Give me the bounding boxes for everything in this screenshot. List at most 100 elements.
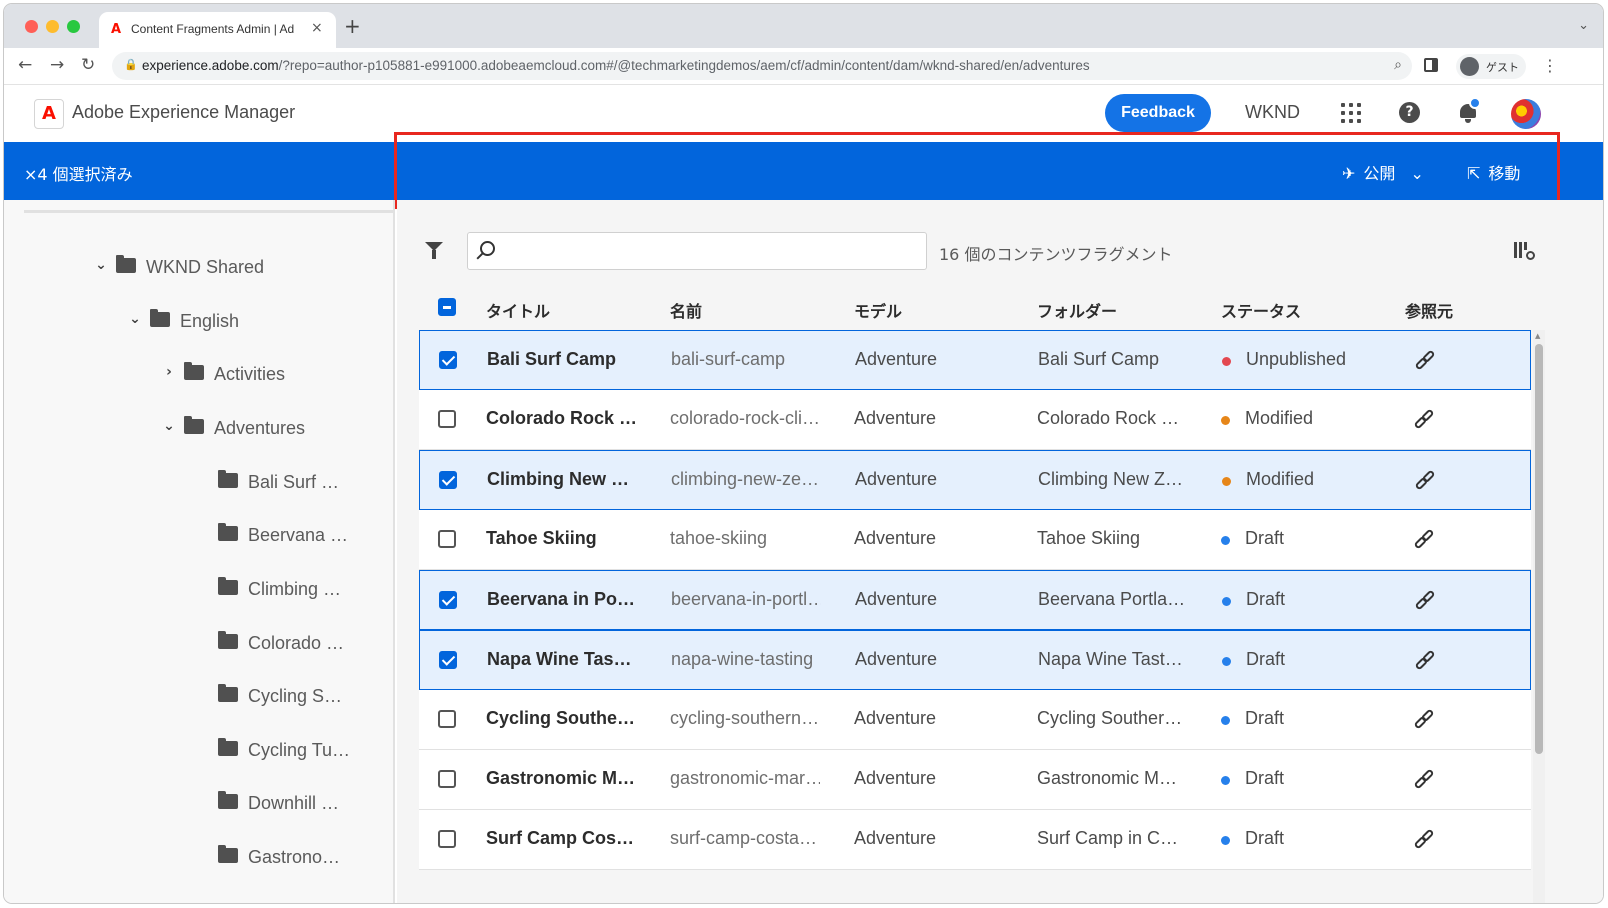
column-settings-icon[interactable]: [1514, 240, 1536, 262]
row-checkbox[interactable]: [439, 651, 457, 669]
row-checkbox[interactable]: [439, 591, 457, 609]
scrollbar-thumb[interactable]: [1535, 344, 1543, 754]
column-header-model[interactable]: モデル: [854, 298, 902, 322]
table-row[interactable]: Tahoe Skiing tahoe-skiing Adventure Tahoe S…: [419, 510, 1531, 570]
tree-item-label: Colorado …: [248, 633, 345, 653]
url-text: experience.adobe.com/?repo=author-p10588…: [142, 58, 1090, 73]
org-switcher[interactable]: WKND: [1245, 102, 1300, 123]
link-icon[interactable]: [1414, 469, 1437, 492]
user-avatar[interactable]: [1511, 99, 1541, 129]
link-icon[interactable]: [1414, 349, 1437, 372]
back-icon[interactable]: ←: [18, 56, 32, 74]
row-title[interactable]: Napa Wine Tas…: [487, 649, 637, 670]
row-checkbox[interactable]: [439, 471, 457, 489]
column-header-name[interactable]: 名前: [670, 298, 702, 322]
column-header-folder[interactable]: フォルダー: [1037, 298, 1117, 322]
table-row[interactable]: Cycling Southe… cycling-southern… Adventur…: [419, 690, 1531, 750]
row-title[interactable]: Gastronomic M…: [486, 768, 636, 789]
selection-count-button[interactable]: ×4 個選択済み: [24, 161, 133, 185]
row-title[interactable]: Tahoe Skiing: [486, 528, 636, 549]
status-dot-icon: [1222, 597, 1231, 606]
link-icon[interactable]: [1414, 589, 1437, 612]
forward-icon[interactable]: →: [50, 56, 64, 74]
status-dot-icon: [1222, 357, 1231, 366]
address-bar[interactable]: 🔒 experience.adobe.com/?repo=author-p105…: [112, 52, 1412, 80]
row-checkbox[interactable]: [438, 710, 456, 728]
chevron-down-icon[interactable]: ⌄: [128, 311, 142, 327]
table-scrollbar[interactable]: ▲: [1533, 330, 1545, 903]
row-title[interactable]: Colorado Rock …: [486, 408, 636, 429]
reload-icon[interactable]: ↻: [81, 56, 95, 74]
table-row[interactable]: Surf Camp Cos… surf-camp-costa… Adventure S…: [419, 810, 1531, 870]
link-icon[interactable]: [1413, 528, 1436, 551]
select-all-checkbox[interactable]: [438, 298, 456, 316]
rail-divider: [24, 210, 394, 213]
filter-icon[interactable]: [425, 242, 443, 260]
search-input[interactable]: [508, 239, 908, 263]
folder-icon: [218, 845, 238, 863]
apps-grid-icon[interactable]: [1341, 103, 1361, 123]
tree-item-label: English: [180, 311, 240, 331]
link-icon[interactable]: [1414, 649, 1437, 672]
chevron-right-icon[interactable]: ›: [162, 364, 176, 380]
minimize-window-button[interactable]: [46, 20, 59, 33]
side-panel-icon[interactable]: [1424, 58, 1438, 72]
row-title[interactable]: Beervana in Po…: [487, 589, 637, 610]
column-header-title[interactable]: タイトル: [486, 298, 550, 322]
status-dot-icon: [1222, 657, 1231, 666]
row-checkbox[interactable]: [438, 410, 456, 428]
row-title[interactable]: Bali Surf Camp: [487, 349, 637, 370]
column-header-status[interactable]: ステータス: [1221, 298, 1301, 322]
search-field[interactable]: [467, 232, 927, 270]
tab-list-chevron-icon[interactable]: ⌄: [1578, 18, 1589, 33]
link-icon[interactable]: [1413, 708, 1436, 731]
chevron-down-icon[interactable]: ⌄: [94, 257, 108, 273]
row-checkbox[interactable]: [438, 770, 456, 788]
row-title[interactable]: Surf Camp Cos…: [486, 828, 636, 849]
product-name[interactable]: Adobe Experience Manager: [72, 102, 295, 123]
column-header-references[interactable]: 参照元: [1405, 298, 1453, 322]
guest-label: ゲスト: [1486, 61, 1519, 74]
folder-icon: [218, 577, 238, 595]
adobe-logo[interactable]: A: [34, 99, 64, 129]
row-model: Adventure: [854, 408, 937, 428]
link-icon[interactable]: [1413, 768, 1436, 791]
tab-close-icon[interactable]: ×: [311, 20, 323, 36]
row-folder: Cycling Souther…: [1037, 708, 1183, 728]
table-row[interactable]: Beervana in Po… beervana-in-portl… Adventu…: [419, 570, 1531, 630]
new-tab-icon[interactable]: +: [344, 16, 361, 36]
profile-button[interactable]: ゲスト: [1456, 54, 1526, 79]
row-name: tahoe-skiing: [670, 528, 768, 548]
folder-icon: [218, 523, 238, 541]
browser-tab[interactable]: A Content Fragments Admin | Ad ×: [99, 12, 336, 48]
row-checkbox[interactable]: [438, 830, 456, 848]
link-icon[interactable]: [1413, 828, 1436, 851]
feedback-button[interactable]: Feedback: [1105, 94, 1211, 132]
row-checkbox[interactable]: [439, 351, 457, 369]
chevron-down-icon[interactable]: ⌄: [162, 418, 176, 434]
link-icon[interactable]: [1413, 408, 1436, 431]
folder-icon: [184, 362, 204, 380]
maximize-window-button[interactable]: [67, 20, 80, 33]
browser-window: A Content Fragments Admin | Ad × + ⌄ ← →…: [3, 3, 1604, 904]
annotation-highlight-box: [394, 132, 1560, 209]
zoom-icon[interactable]: ⌕: [1394, 57, 1402, 73]
row-status: Draft: [1245, 528, 1285, 548]
table-row[interactable]: Bali Surf Camp bali-surf-camp Adventure Bal…: [419, 330, 1531, 390]
table-row[interactable]: Napa Wine Tas… napa-wine-tasting Adventure…: [419, 630, 1531, 690]
table-row[interactable]: Gastronomic M… gastronomic-mar… Adventure G…: [419, 750, 1531, 810]
tree-item-label: WKND Shared: [146, 257, 265, 277]
row-status: Modified: [1246, 469, 1315, 489]
row-name: colorado-rock-cli…: [670, 408, 820, 428]
row-name: napa-wine-tasting: [671, 649, 814, 669]
row-title[interactable]: Cycling Southe…: [486, 708, 636, 729]
table-row[interactable]: Colorado Rock … colorado-rock-cli… Adventu…: [419, 390, 1531, 450]
help-icon[interactable]: ?: [1399, 102, 1420, 123]
scroll-up-icon[interactable]: ▲: [1535, 332, 1540, 340]
menu-icon[interactable]: ⋮: [1542, 56, 1558, 75]
table-row[interactable]: Climbing New … climbing-new-ze… Adventure C…: [419, 450, 1531, 510]
close-window-button[interactable]: [25, 20, 38, 33]
row-title[interactable]: Climbing New …: [487, 469, 637, 490]
row-checkbox[interactable]: [438, 530, 456, 548]
status-dot-icon: [1222, 477, 1231, 486]
